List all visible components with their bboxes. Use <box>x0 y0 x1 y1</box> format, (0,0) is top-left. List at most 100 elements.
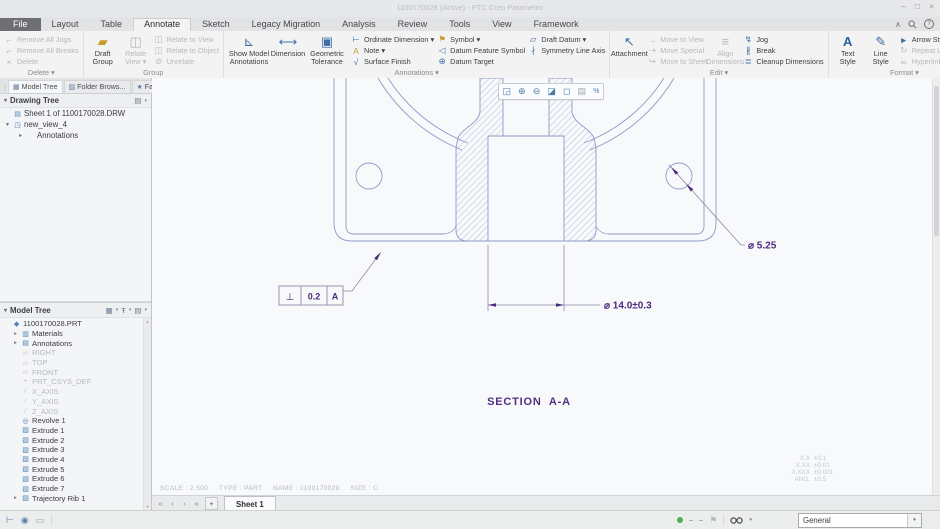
tree-settings-icon[interactable]: ▤ <box>134 96 141 105</box>
move-to-sheet-button[interactable]: ↪ Move to Sheet <box>647 56 708 67</box>
show-model-annotations-button[interactable]: ⊾ Show Model Annotations <box>228 33 270 68</box>
draft-group-button[interactable]: ▰ Draft Group <box>88 33 118 68</box>
symmetry-line-axis-button[interactable]: ∤ Symmetry Line Axis <box>528 45 605 56</box>
remove-all-jogs-button[interactable]: ⌐ Remove All Jogs <box>4 34 79 45</box>
tree-filters-menu-icon[interactable]: ▾ <box>129 307 132 313</box>
expand-icon[interactable]: ▸ <box>17 132 24 139</box>
model-tree-item[interactable]: ∕ Z_AXIS <box>0 406 143 416</box>
drawing-vertical-scrollbar[interactable] <box>932 78 940 495</box>
model-tree-item[interactable]: ▧ Extrude 4 <box>0 455 143 465</box>
model-tree-item[interactable]: ▧ Extrude 1 <box>0 426 143 436</box>
model-tree-item[interactable]: ∕ Y_AXIS <box>0 397 143 407</box>
dimension-button[interactable]: ⟷ Dimension <box>271 33 305 68</box>
maximize-button[interactable]: □ <box>915 1 920 11</box>
group-label-annotations[interactable]: Annotations ▾ <box>224 68 609 78</box>
last-sheet-button[interactable]: » <box>191 498 202 509</box>
regeneration-status-icon[interactable] <box>677 517 684 523</box>
datum-target-button[interactable]: ⊕ Datum Target <box>437 56 525 67</box>
next-sheet-button[interactable]: › <box>179 498 190 509</box>
model-tree-item[interactable]: ∕ X_AXIS <box>0 387 143 397</box>
ribbon-tab[interactable]: Table <box>90 18 134 31</box>
group-label-edit[interactable]: Edit ▾ <box>610 68 827 78</box>
surface-finish-button[interactable]: √ Surface Finish <box>351 56 434 67</box>
ribbon-tab[interactable]: Review <box>387 18 439 31</box>
align-dimensions-button[interactable]: ≡ Align Dimensions <box>706 33 744 68</box>
arrow-style-button[interactable]: ►Arrow Style ▾ <box>899 34 940 45</box>
ribbon-tab[interactable]: Framework <box>523 18 590 31</box>
model-tree-item[interactable]: ▸ ▤ Annotations <box>0 338 143 348</box>
model-tree-scrollbar[interactable]: ▴ ▾ <box>143 318 151 511</box>
ribbon-tab[interactable]: File <box>0 18 41 31</box>
symbol-button[interactable]: ⚑ Symbol ▾ <box>437 34 525 45</box>
model-tree-item[interactable]: ▧ Extrude 2 <box>0 435 143 445</box>
model-tree-item[interactable]: ▸ ▨ Trajectory Rib 1 <box>0 493 143 503</box>
tree-columns-menu-icon[interactable]: ▾ <box>116 307 119 313</box>
relate-to-view-button[interactable]: ◫ Relate to View <box>154 34 219 45</box>
navigator-grip-icon[interactable]: ⁞ <box>3 86 7 93</box>
selection-filter-dropdown[interactable]: General ▾ <box>798 512 922 528</box>
draft-datum-button[interactable]: ▱ Draft Datum ▾ <box>528 34 605 45</box>
view-manager-icon[interactable]: % <box>593 85 599 98</box>
drawing-tree-item[interactable]: ▸ Annotations <box>0 130 151 141</box>
bore-diameter-dimension[interactable]: ⌀ 14.0±0.3 <box>604 301 652 312</box>
attachment-button[interactable]: ↖ Attachment <box>611 33 648 68</box>
hole-diameter-dimension[interactable]: ⌀ 5.25 <box>748 241 777 252</box>
ribbon-tab[interactable]: Analysis <box>331 18 387 31</box>
help-icon[interactable]: ? <box>924 19 934 29</box>
drawing-sheet[interactable]: ⊥ 0.2 A ⌀ 14.0±0.3 ⌀ 5.25 SECTION A-A X.… <box>152 78 933 495</box>
display-style-icon[interactable]: ◻ <box>563 85 570 98</box>
expand-icon[interactable]: ▸ <box>12 340 19 346</box>
remove-all-breaks-button[interactable]: ⌐ Remove All Breaks <box>4 45 79 56</box>
model-tree-item[interactable]: ▱ RIGHT <box>0 348 143 358</box>
collapse-pane-icon[interactable]: ▾ <box>4 97 7 104</box>
search-tool-icon[interactable] <box>730 516 744 525</box>
group-label-delete[interactable]: Delete ▾ <box>0 68 83 78</box>
jog-button[interactable]: ↯ Jog <box>743 34 823 45</box>
move-to-view-button[interactable]: → Move to View <box>647 34 707 45</box>
section-view-geometry[interactable] <box>333 78 717 242</box>
cleanup-dimensions-button[interactable]: ≣ Cleanup Dimensions <box>743 56 824 67</box>
tree-columns-icon[interactable]: ▦ <box>106 306 113 315</box>
tree-options-menu-icon[interactable]: ▾ <box>144 307 147 313</box>
note-button[interactable]: A Note ▾ <box>351 45 434 56</box>
model-tree-item[interactable]: ▧ Extrude 3 <box>0 445 143 455</box>
expand-icon[interactable]: ▸ <box>12 331 19 337</box>
previous-sheet-button[interactable]: ‹ <box>167 498 178 509</box>
geometric-tolerance-button[interactable]: ▣ Geometric Tolerance <box>306 33 348 68</box>
group-label-format[interactable]: Format ▾ <box>829 68 940 78</box>
group-label-group[interactable]: Group <box>84 68 223 78</box>
fullscreen-toggle-icon[interactable]: ▭ <box>36 515 45 526</box>
line-style-button[interactable]: ✎ Line Style <box>866 33 896 68</box>
close-button[interactable]: × <box>929 1 934 11</box>
ribbon-tab[interactable]: Layout <box>41 18 90 31</box>
first-sheet-button[interactable]: « <box>155 498 166 509</box>
browser-toggle-icon[interactable]: ◉ <box>21 515 29 526</box>
text-style-button[interactable]: A Text Style <box>833 33 863 68</box>
model-tree-item[interactable]: ▱ TOP <box>0 358 143 368</box>
repeat-last-format-button[interactable]: ↻Repeat Last Format <box>899 45 940 56</box>
model-tree-item[interactable]: ▧ Extrude 7 <box>0 484 143 494</box>
minimize-button[interactable]: – <box>901 1 906 11</box>
search-tool-menu-icon[interactable]: ▾ <box>749 517 752 523</box>
sheet-tab[interactable]: Sheet 1 <box>224 496 276 511</box>
model-tree-item[interactable]: ▧ Extrude 5 <box>0 464 143 474</box>
drawing-canvas-area[interactable]: ⊥ 0.2 A ⌀ 14.0±0.3 ⌀ 5.25 SECTION A-A X.… <box>152 78 940 495</box>
navigator-toggle-icon[interactable]: ⊢ <box>6 515 14 526</box>
navigator-tab[interactable]: ▨ Folder Brows... <box>63 80 131 93</box>
section-label[interactable]: SECTION A-A <box>487 396 571 408</box>
ordinate-dimension-button[interactable]: ⊢ Ordinate Dimension ▾ <box>351 34 434 45</box>
refit-icon[interactable]: ◲ <box>503 85 512 98</box>
model-tree-item[interactable]: ▸ ▥ Materials <box>0 329 143 339</box>
ribbon-tab[interactable]: Sketch <box>191 18 241 31</box>
datum-feature-symbol-button[interactable]: ◁ Datum Feature Symbol <box>437 45 525 56</box>
add-sheet-button[interactable]: + <box>205 497 218 510</box>
command-search-icon[interactable] <box>908 19 917 29</box>
expand-icon[interactable]: ▸ <box>12 495 19 501</box>
tree-options-icon[interactable]: ▤ <box>134 306 141 315</box>
delete-button[interactable]: × Delete <box>4 56 79 67</box>
hyperlink-button[interactable]: ∞ Hyperlink <box>899 56 940 67</box>
unrelate-button[interactable]: ⊘ Unrelate <box>154 56 219 67</box>
drawing-tree-item[interactable]: ▾ ◳ new_view_4 <box>0 119 151 130</box>
ribbon-tab[interactable]: View <box>481 18 522 31</box>
tree-settings-menu-icon[interactable]: ▾ <box>144 98 147 104</box>
